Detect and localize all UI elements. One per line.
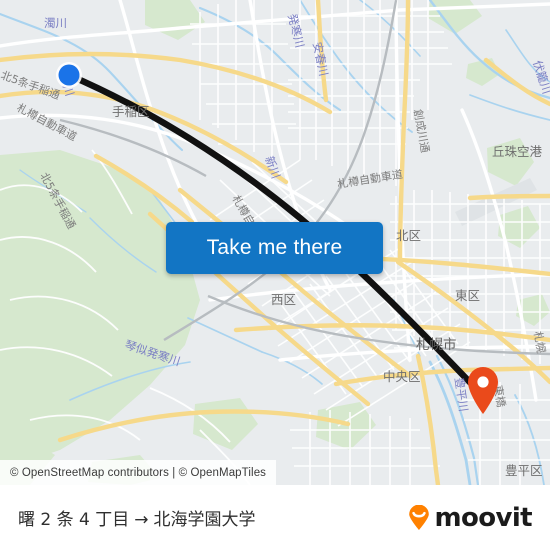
route-arrow-icon: → bbox=[134, 510, 149, 530]
moovit-logo[interactable]: moovit bbox=[406, 502, 533, 533]
map-label-district: 手稲区 bbox=[112, 104, 150, 119]
route-summary: 曙 2 条 4 丁目 → 北海学園大学 bbox=[18, 505, 256, 530]
route-destination-name: 北海学園大学 bbox=[153, 510, 256, 530]
map-label-district: 東区 bbox=[455, 288, 480, 303]
map-label-district: 北区 bbox=[396, 228, 421, 243]
moovit-wordmark: moovit bbox=[434, 502, 532, 533]
map-label-city: 札幌市 bbox=[416, 336, 457, 353]
map-attribution: © OpenStreetMap contributors | © OpenMap… bbox=[0, 460, 277, 485]
moovit-route-card: 濁川 発寒川 安春川 新川 伏籠川 琴似発寒川 豊平川 川 北5条手稲通 札樽自… bbox=[0, 0, 550, 550]
footer-bar: 曙 2 条 4 丁目 → 北海学園大学 moovit bbox=[0, 485, 550, 550]
map-label-poi: 丘珠空港 bbox=[492, 144, 543, 159]
take-me-there-button[interactable]: Take me there bbox=[166, 222, 383, 274]
map-label-district: 豊平区 bbox=[505, 463, 543, 478]
take-me-there-label: Take me there bbox=[206, 236, 343, 259]
moovit-pin-icon bbox=[409, 504, 430, 530]
map-label-water: 濁川 bbox=[44, 16, 67, 30]
origin-marker[interactable] bbox=[56, 62, 82, 88]
map-label-district: 西区 bbox=[271, 292, 296, 307]
map-label-district: 中央区 bbox=[383, 369, 421, 384]
route-origin-name: 曙 2 条 4 丁目 bbox=[18, 510, 130, 530]
